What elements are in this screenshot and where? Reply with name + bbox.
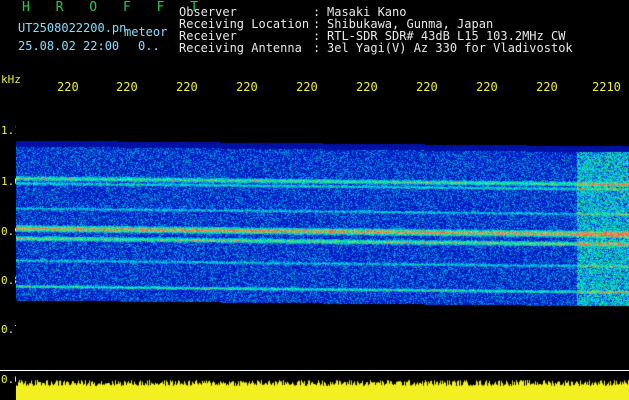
x-tick-label: 220 [176, 80, 198, 94]
y-axis-unit: kHz [1, 73, 21, 86]
info-colon: : [313, 41, 321, 55]
x-tick-label: 220 [236, 80, 258, 94]
x-tick-label: 2210 [592, 80, 621, 94]
x-tick-label: 220 [296, 80, 318, 94]
x-tick-label: 220 [536, 80, 558, 94]
x-tick-label: 220 [416, 80, 438, 94]
info-label-antenna: Receiving Antenna [179, 41, 302, 55]
count-label: 0.. [138, 39, 160, 53]
datetime-label: 25.08.02 22:00 [18, 39, 120, 53]
x-tick-label: 220 [57, 80, 79, 94]
x-tick-label: 220 [116, 80, 138, 94]
meteor-label: meteor [124, 25, 168, 39]
x-tick-label: 220 [356, 80, 378, 94]
x-tick-label: 220 [476, 80, 498, 94]
separator-line [0, 370, 629, 371]
info-value-antenna: 3el Yagi(V) Az 330 for Vladivostok [327, 41, 573, 55]
waterfall-spectrogram [16, 100, 629, 400]
filename-label: UT2508022200.pn [18, 21, 127, 35]
